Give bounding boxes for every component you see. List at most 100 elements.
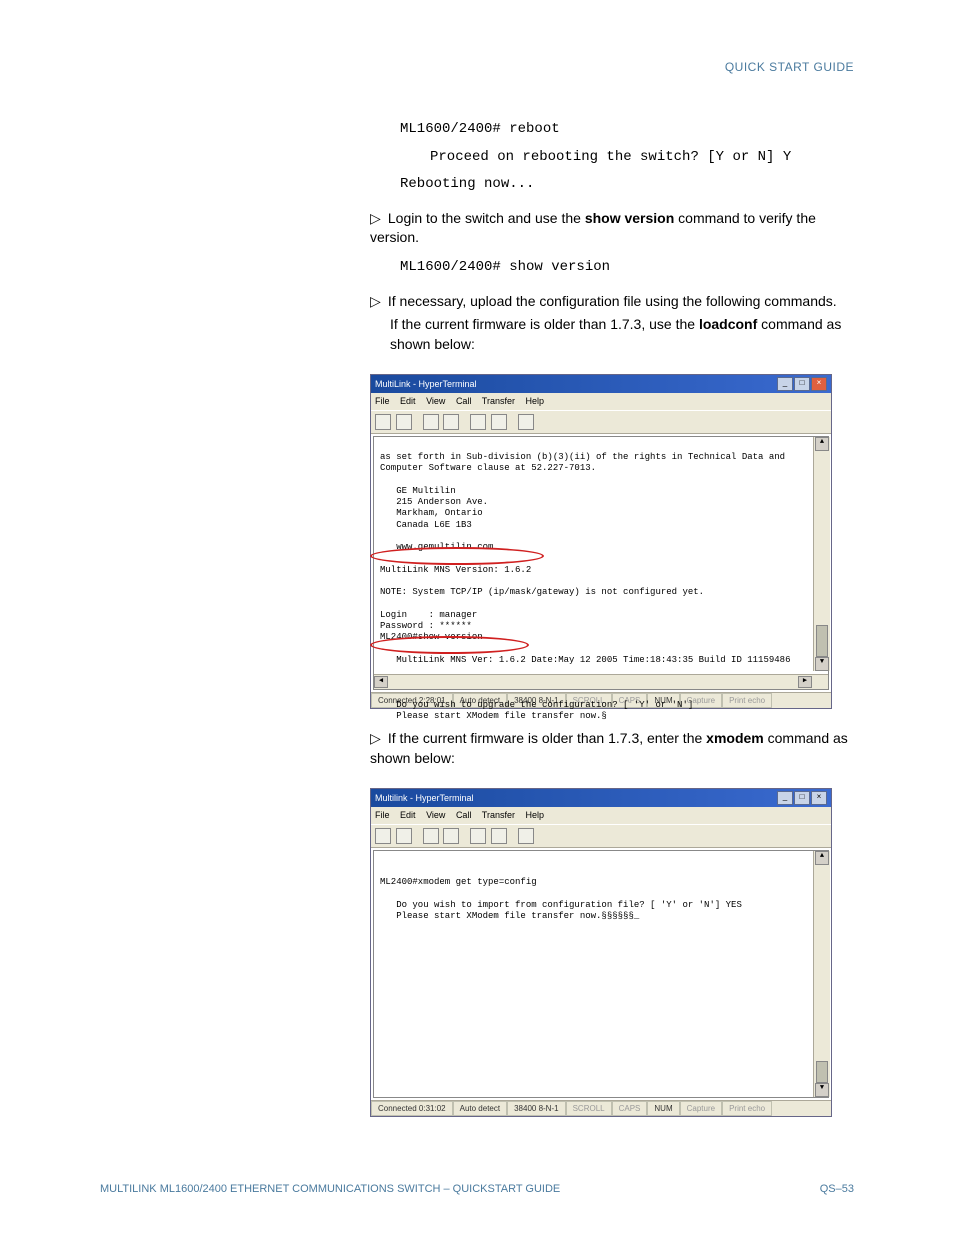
term-line: Markham, Ontario — [380, 508, 483, 518]
annotation-circle — [370, 547, 544, 565]
statusbar: Connected 0:31:02 Auto detect 38400 8-N-… — [371, 1100, 831, 1116]
toolbar — [371, 410, 831, 434]
window-title: Multilink - HyperTerminal — [375, 792, 474, 805]
menu-view[interactable]: View — [426, 396, 445, 406]
menubar[interactable]: File Edit View Call Transfer Help — [371, 807, 831, 824]
toolbar — [371, 824, 831, 848]
scrollbar-vertical[interactable]: ▲ ▼ — [813, 437, 830, 671]
toolbar-new-icon[interactable] — [375, 414, 391, 430]
terminal-area[interactable]: as set forth in Sub-division (b)(3)(ii) … — [373, 436, 829, 690]
step-item: ▷ If the current firmware is older than … — [370, 729, 854, 768]
menu-file[interactable]: File — [375, 810, 390, 820]
scroll-left-icon[interactable]: ◀ — [374, 676, 388, 688]
cmd-bold: show version — [585, 210, 674, 226]
term-line: Computer Software clause at 52.227-7013. — [380, 463, 596, 473]
toolbar-new-icon[interactable] — [375, 828, 391, 844]
term-line: Please start XModem file transfer now.§§… — [380, 911, 639, 921]
minimize-icon[interactable]: _ — [777, 791, 793, 805]
scroll-thumb[interactable] — [816, 625, 828, 657]
status-detect: Auto detect — [453, 1101, 507, 1116]
scrollbar-horizontal[interactable]: ◀ ▶ — [374, 674, 828, 689]
code-line: Rebooting now... — [400, 175, 854, 195]
step-text: Login to the switch and use the — [388, 210, 585, 226]
menu-edit[interactable]: Edit — [400, 396, 416, 406]
toolbar-receive-icon[interactable] — [491, 414, 507, 430]
annotation-circle — [370, 636, 529, 654]
step-text: If the current firmware is older than 1.… — [390, 316, 699, 332]
toolbar-disconnect-icon[interactable] — [443, 414, 459, 430]
menu-call[interactable]: Call — [456, 396, 472, 406]
term-line: as set forth in Sub-division (b)(3)(ii) … — [380, 452, 785, 462]
menu-transfer[interactable]: Transfer — [482, 396, 515, 406]
menu-help[interactable]: Help — [526, 396, 545, 406]
menu-file[interactable]: File — [375, 396, 390, 406]
menu-help[interactable]: Help — [526, 810, 545, 820]
cmd-bold: loadconf — [699, 316, 757, 332]
code-line: ML1600/2400# show version — [400, 258, 854, 278]
window-titlebar[interactable]: MultiLink - HyperTerminal _ □ × — [371, 375, 831, 393]
step-item: ▷ If necessary, upload the configuration… — [370, 292, 854, 355]
status-printecho: Print echo — [722, 693, 772, 708]
scroll-down-icon[interactable]: ▼ — [815, 1083, 829, 1097]
code-line: Proceed on rebooting the switch? [Y or N… — [430, 148, 854, 168]
window-titlebar[interactable]: Multilink - HyperTerminal _ □ × — [371, 789, 831, 807]
status-capture: Capture — [680, 1101, 722, 1116]
toolbar-open-icon[interactable] — [396, 414, 412, 430]
triangle-icon: ▷ — [370, 209, 384, 229]
maximize-icon[interactable]: □ — [794, 791, 810, 805]
scroll-right-icon[interactable]: ▶ — [798, 676, 812, 688]
menu-view[interactable]: View — [426, 810, 445, 820]
toolbar-disconnect-icon[interactable] — [443, 828, 459, 844]
terminal-area[interactable]: ML2400#xmodem get type=config Do you wis… — [373, 850, 829, 1098]
status-caps: CAPS — [612, 1101, 648, 1116]
toolbar-properties-icon[interactable] — [518, 828, 534, 844]
hyperterminal-window: MultiLink - HyperTerminal _ □ × File Edi… — [370, 374, 832, 709]
minimize-icon[interactable]: _ — [777, 377, 793, 391]
term-line: GE Multilin — [380, 486, 456, 496]
menubar[interactable]: File Edit View Call Transfer Help — [371, 393, 831, 410]
footer-left: MULTILINK ML1600/2400 ETHERNET COMMUNICA… — [100, 1183, 560, 1195]
code-line: ML1600/2400# reboot — [400, 120, 854, 140]
term-line: Do you wish to import from configuration… — [380, 900, 742, 910]
toolbar-connect-icon[interactable] — [423, 828, 439, 844]
scroll-up-icon[interactable]: ▲ — [815, 437, 829, 451]
status-baud: 38400 8-N-1 — [507, 1101, 565, 1116]
step-text: If necessary, upload the configuration f… — [388, 293, 837, 309]
toolbar-receive-icon[interactable] — [491, 828, 507, 844]
term-line: 215 Anderson Ave. — [380, 497, 488, 507]
scroll-up-icon[interactable]: ▲ — [815, 851, 829, 865]
maximize-icon[interactable]: □ — [794, 377, 810, 391]
toolbar-connect-icon[interactable] — [423, 414, 439, 430]
page-header: QUICK START GUIDE — [725, 60, 854, 74]
toolbar-send-icon[interactable] — [470, 414, 486, 430]
status-scroll: SCROLL — [566, 1101, 612, 1116]
menu-edit[interactable]: Edit — [400, 810, 416, 820]
cmd-bold: xmodem — [706, 730, 764, 746]
close-icon[interactable]: × — [811, 791, 827, 805]
term-line: MultiLink MNS Ver: 1.6.2 Date:May 12 200… — [380, 655, 790, 665]
term-line: MultiLink MNS Version: 1.6.2 — [380, 565, 531, 575]
term-line: Login : manager — [380, 610, 477, 620]
term-line: Password : ****** — [380, 621, 472, 631]
term-line: ML2400#xmodem get type=config — [380, 877, 537, 887]
scrollbar-vertical[interactable]: ▲ ▼ — [813, 851, 830, 1097]
status-num: NUM — [647, 1101, 679, 1116]
toolbar-properties-icon[interactable] — [518, 414, 534, 430]
menu-transfer[interactable]: Transfer — [482, 810, 515, 820]
hyperterminal-window: Multilink - HyperTerminal _ □ × File Edi… — [370, 788, 832, 1117]
triangle-icon: ▷ — [370, 292, 384, 312]
step-item: ▷ Login to the switch and use the show v… — [370, 209, 854, 248]
status-printecho: Print echo — [722, 1101, 772, 1116]
close-icon[interactable]: × — [811, 377, 827, 391]
toolbar-open-icon[interactable] — [396, 828, 412, 844]
menu-call[interactable]: Call — [456, 810, 472, 820]
step-text: If the current firmware is older than 1.… — [388, 730, 706, 746]
term-line: NOTE: System TCP/IP (ip/mask/gateway) is… — [380, 587, 704, 597]
scroll-down-icon[interactable]: ▼ — [815, 657, 829, 671]
status-connected: Connected 0:31:02 — [371, 1101, 453, 1116]
term-line: Canada L6E 1B3 — [380, 520, 472, 530]
toolbar-send-icon[interactable] — [470, 828, 486, 844]
window-title: MultiLink - HyperTerminal — [375, 378, 477, 391]
footer-page: QS–53 — [820, 1183, 854, 1195]
scroll-thumb[interactable] — [816, 1061, 828, 1083]
